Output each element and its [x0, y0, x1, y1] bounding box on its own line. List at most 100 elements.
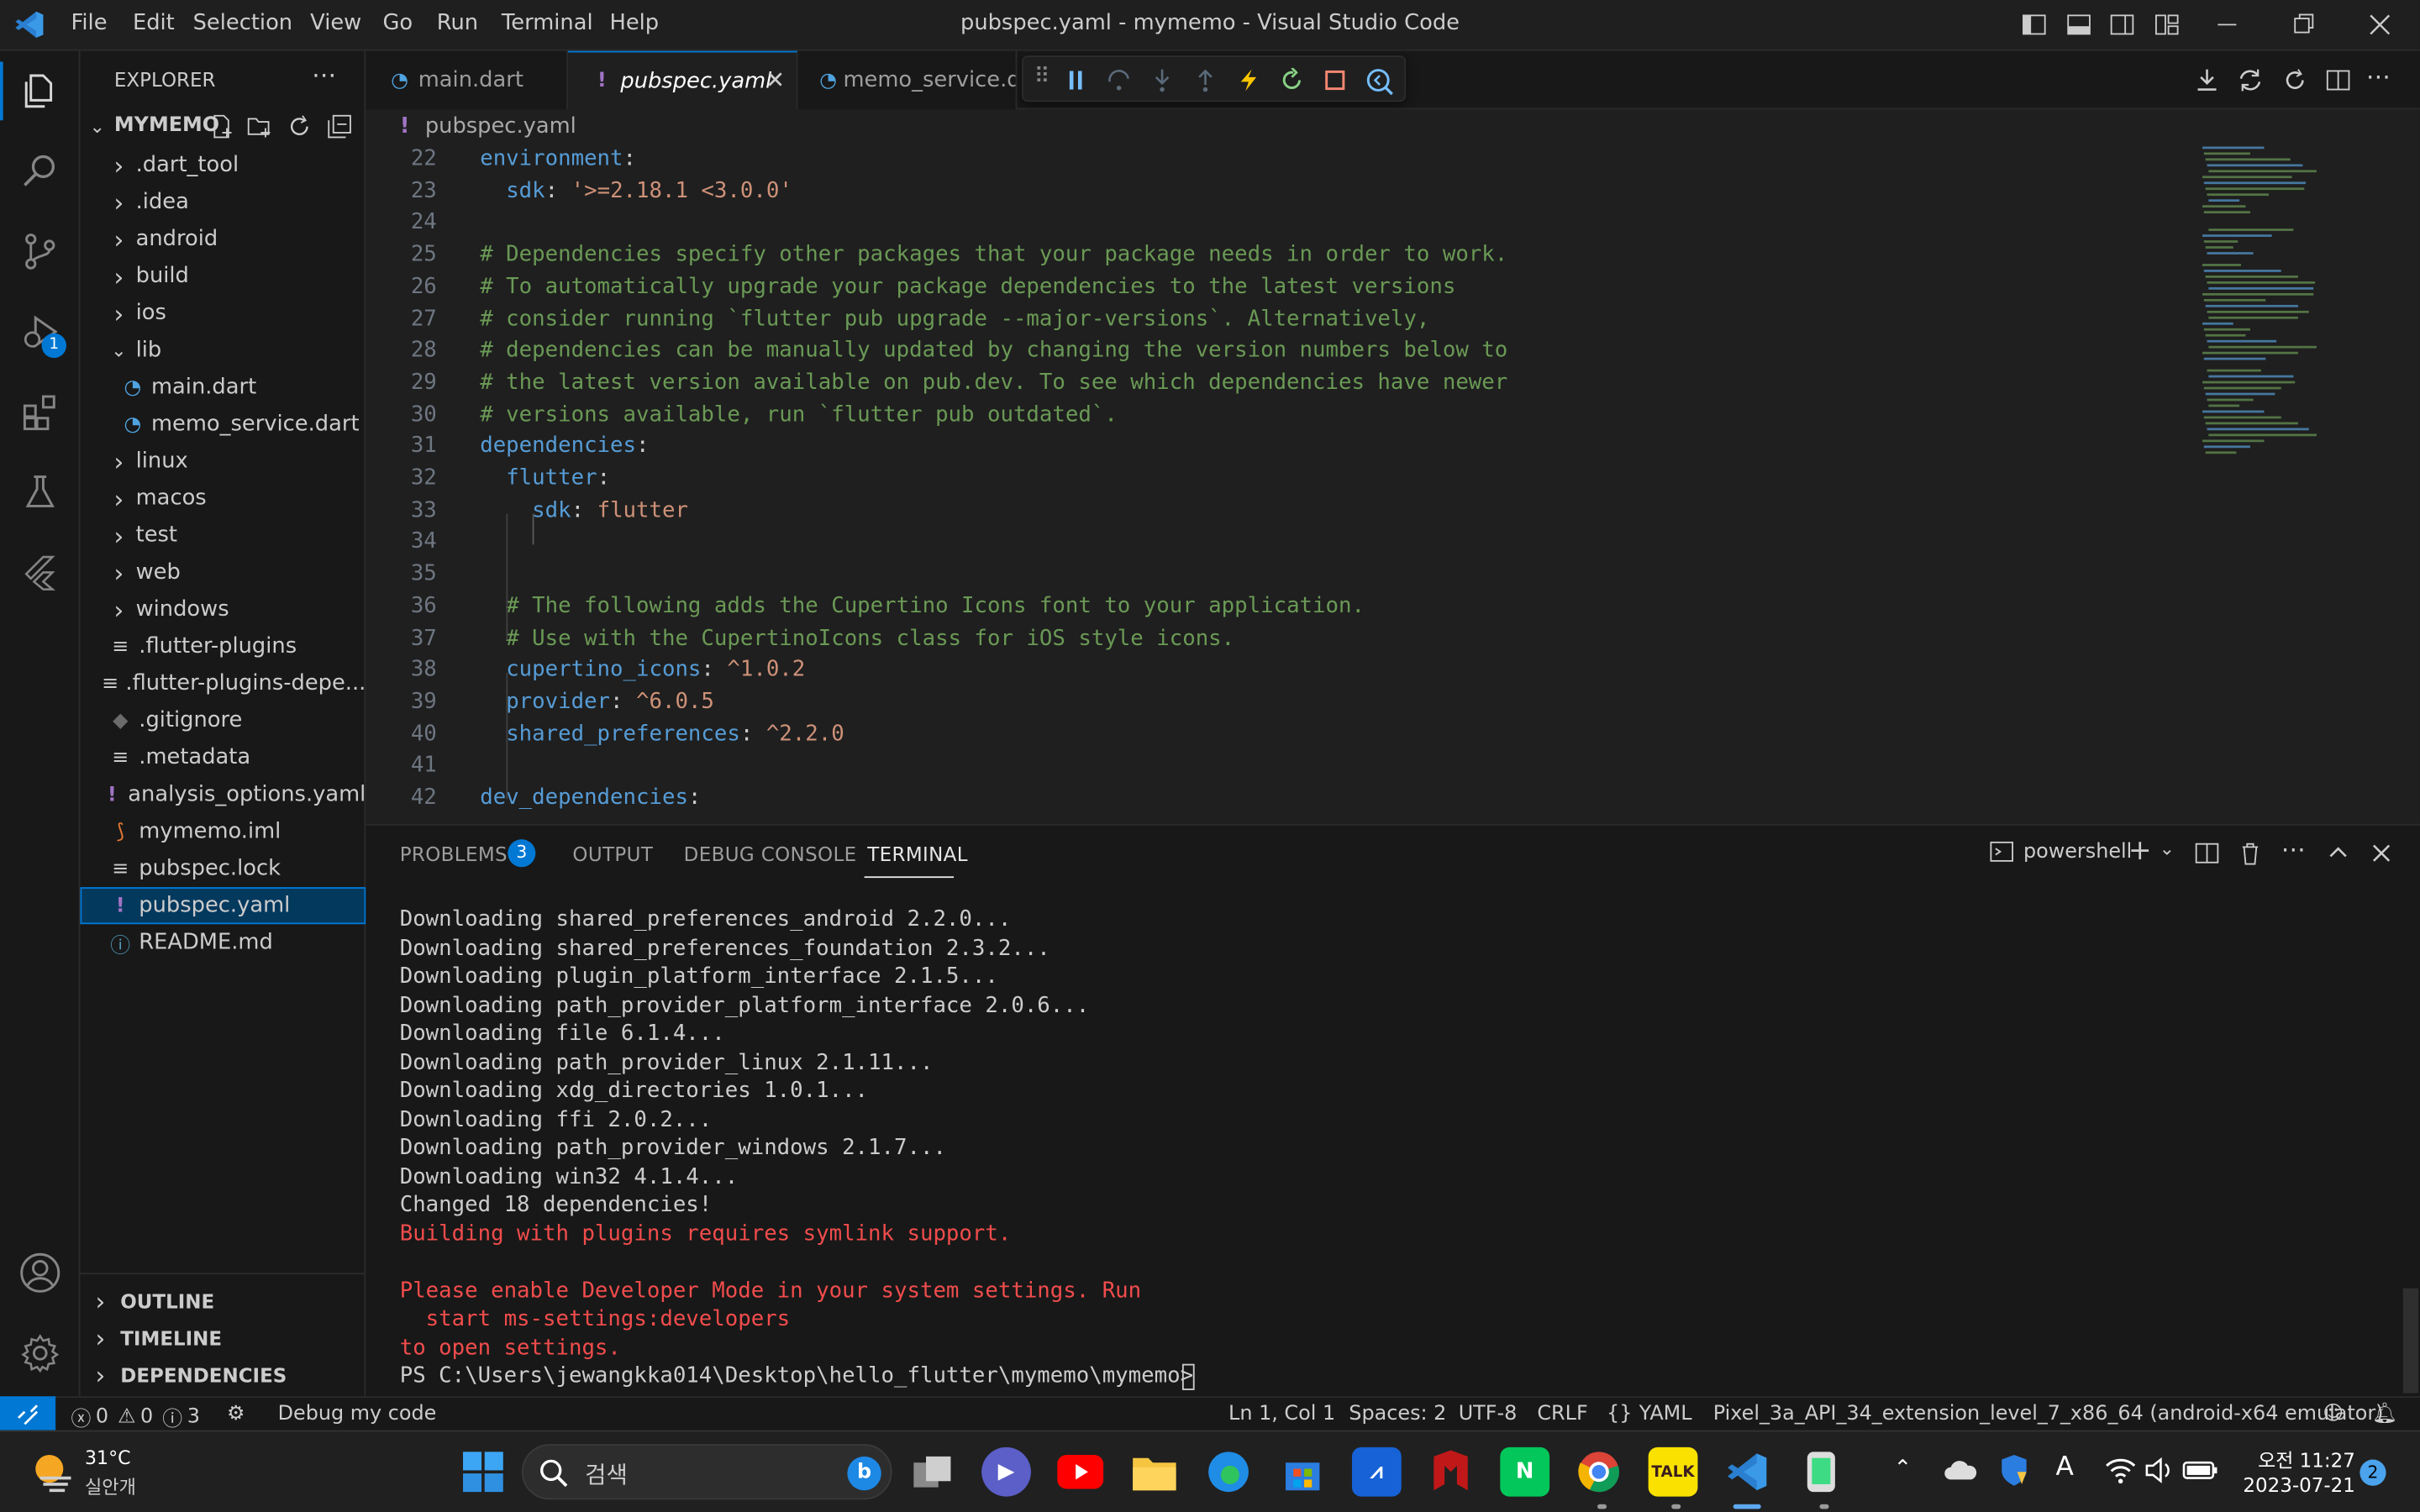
tree-item[interactable]: › web [81, 554, 366, 591]
chrome-icon[interactable] [1574, 1447, 1623, 1497]
debug-launch-icon[interactable]: ⚙ [227, 1403, 245, 1426]
kill-terminal-icon[interactable] [2238, 841, 2262, 865]
line-ending[interactable]: CRLF [1537, 1403, 1587, 1426]
tab-pubspec-yaml[interactable]: ! pubspec.yaml ✕ [567, 50, 798, 110]
tab-main-dart[interactable]: ◔ main.dart [366, 50, 568, 110]
tree-item[interactable]: ◆ .gitignore [81, 702, 366, 739]
toggle-panel-icon[interactable] [2066, 13, 2091, 37]
sync-icon[interactable] [2238, 68, 2262, 92]
kakaotalk-icon[interactable]: TALK [1648, 1446, 1698, 1497]
toggle-secondary-sidebar-icon[interactable] [2110, 13, 2134, 37]
tree-item[interactable]: › android [81, 221, 366, 258]
encoding[interactable]: UTF-8 [1459, 1403, 1518, 1426]
flutter-inspector-icon[interactable] [1366, 68, 1394, 96]
menu-selection[interactable]: Selection [193, 11, 293, 35]
new-terminal-icon[interactable]: + [2128, 835, 2152, 868]
tree-item[interactable]: › macos [81, 480, 366, 517]
split-terminal-icon[interactable] [2195, 841, 2219, 865]
customize-layout-icon[interactable] [2154, 13, 2179, 37]
search-icon[interactable] [0, 136, 81, 207]
split-editor-icon[interactable] [2326, 68, 2350, 92]
indentation[interactable]: Spaces: 2 [1349, 1403, 1446, 1426]
close-tab-icon[interactable]: ✕ [765, 66, 785, 94]
workspace-root[interactable]: ⌄ MYMEMO [81, 109, 366, 143]
tree-item[interactable]: ≡ pubspec.lock [81, 850, 366, 887]
menu-help[interactable]: Help [610, 11, 660, 35]
wifi-icon[interactable] [2105, 1457, 2136, 1484]
input-method-icon[interactable]: A [2056, 1452, 2074, 1483]
battery-icon[interactable] [2182, 1457, 2219, 1484]
tree-item[interactable]: ⌄ lib [81, 332, 366, 369]
run-debug-icon[interactable]: 1 [0, 297, 81, 367]
naver-icon[interactable]: N [1500, 1446, 1550, 1497]
tab-terminal[interactable]: TERMINAL [867, 843, 968, 866]
pause-icon[interactable] [1064, 68, 1088, 92]
menu-file[interactable]: File [71, 11, 107, 35]
weather-desc[interactable]: 실안개 [85, 1473, 136, 1499]
close-window-icon[interactable] [2369, 13, 2391, 37]
tree-item[interactable]: ≡ .flutter-plugins [81, 628, 366, 665]
step-over-icon[interactable] [1107, 68, 1131, 92]
clock-time[interactable]: 오전 11:27 [2232, 1444, 2355, 1473]
problems-status[interactable]: ⓧ 0 ⚠ 0 ⓘ 3 [71, 1403, 199, 1431]
vscode-taskbar-icon[interactable] [1723, 1447, 1772, 1497]
step-out-icon[interactable] [1193, 68, 1218, 92]
tree-item[interactable]: ◔ memo_service.dart [81, 406, 366, 443]
menu-run[interactable]: Run [437, 11, 478, 35]
flutter-device[interactable]: Pixel_3a_API_34_extension_level_7_x86_64… [1713, 1403, 2384, 1426]
task-view-icon[interactable] [908, 1447, 957, 1497]
source-control-icon[interactable] [0, 216, 81, 286]
menu-go[interactable]: Go [383, 11, 413, 35]
chevron-down-icon[interactable]: ⌄ [2160, 837, 2175, 859]
tree-item[interactable]: › ios [81, 295, 366, 332]
breadcrumb[interactable]: ! pubspec.yaml [400, 114, 576, 139]
restart-icon[interactable] [1280, 67, 1304, 92]
tree-item[interactable]: ≡ .metadata [81, 739, 366, 776]
edge-icon[interactable] [1204, 1447, 1254, 1497]
tree-item[interactable]: › build [81, 258, 366, 295]
volume-icon[interactable] [2144, 1457, 2175, 1484]
debug-config-label[interactable]: Debug my code [278, 1403, 437, 1426]
refresh-icon[interactable] [2283, 68, 2307, 92]
tab-memo-service-dart[interactable]: ◔ memo_service.da [797, 50, 1018, 110]
step-into-icon[interactable] [1150, 68, 1174, 92]
tree-item[interactable]: › windows [81, 591, 366, 627]
hot-reload-icon[interactable] [1236, 68, 1260, 92]
extensions-icon[interactable] [0, 376, 81, 447]
tab-debug-console[interactable]: DEBUG CONSOLE [684, 843, 857, 866]
refresh-explorer-icon[interactable] [287, 114, 312, 139]
more-editor-actions-icon[interactable]: ⋯ [2366, 61, 2391, 91]
weather-temp[interactable]: 31°C [85, 1447, 130, 1469]
windows-start-icon[interactable] [459, 1447, 508, 1497]
tree-item[interactable]: › .idea [81, 184, 366, 221]
tree-item[interactable]: › .dart_tool [81, 146, 366, 183]
maps-app-icon[interactable]: ⩘ [1351, 1446, 1402, 1497]
menu-view[interactable]: View [310, 11, 361, 35]
maximize-panel-icon[interactable] [2326, 841, 2350, 865]
terminal-selector[interactable]: powershell [1990, 839, 2132, 864]
show-hidden-icons-icon[interactable]: ⌃ [1894, 1457, 1912, 1481]
android-emulator-icon[interactable] [1797, 1447, 1846, 1497]
tree-item[interactable]: ≡ .flutter-plugins-depe... [81, 665, 366, 702]
vscode-logo-icon[interactable] [14, 9, 45, 40]
teams-chat-icon[interactable]: ▶ [981, 1446, 1031, 1497]
store-icon[interactable] [1278, 1447, 1328, 1497]
security-shield-icon[interactable] [1999, 1453, 2030, 1487]
remote-indicator[interactable] [0, 1396, 56, 1432]
feedback-icon[interactable]: ☺ [2323, 1403, 2344, 1426]
tree-item[interactable]: › linux [81, 443, 366, 480]
tab-problems[interactable]: PROBLEMS [400, 843, 508, 866]
weather-icon[interactable] [28, 1447, 77, 1497]
section-timeline[interactable]: › TIMELINE [81, 1319, 366, 1356]
stop-icon[interactable] [1323, 68, 1347, 92]
tree-item[interactable]: ! analysis_options.yaml [81, 776, 366, 813]
menu-edit[interactable]: Edit [133, 11, 175, 35]
notifications-bell-icon[interactable]: 🔔︎ [2372, 1403, 2397, 1426]
notification-count-badge[interactable]: 2 [2360, 1459, 2386, 1486]
bing-icon[interactable]: b [847, 1456, 881, 1491]
settings-gear-icon[interactable] [0, 1318, 81, 1389]
tree-item[interactable]: ⟆ mymemo.iml [81, 813, 366, 850]
code-editor[interactable]: ! pubspec.yaml 22 environment: 23 sdk: '>=… [366, 109, 2420, 824]
flutter-icon[interactable] [0, 537, 81, 607]
tree-item[interactable]: › test [81, 517, 366, 554]
